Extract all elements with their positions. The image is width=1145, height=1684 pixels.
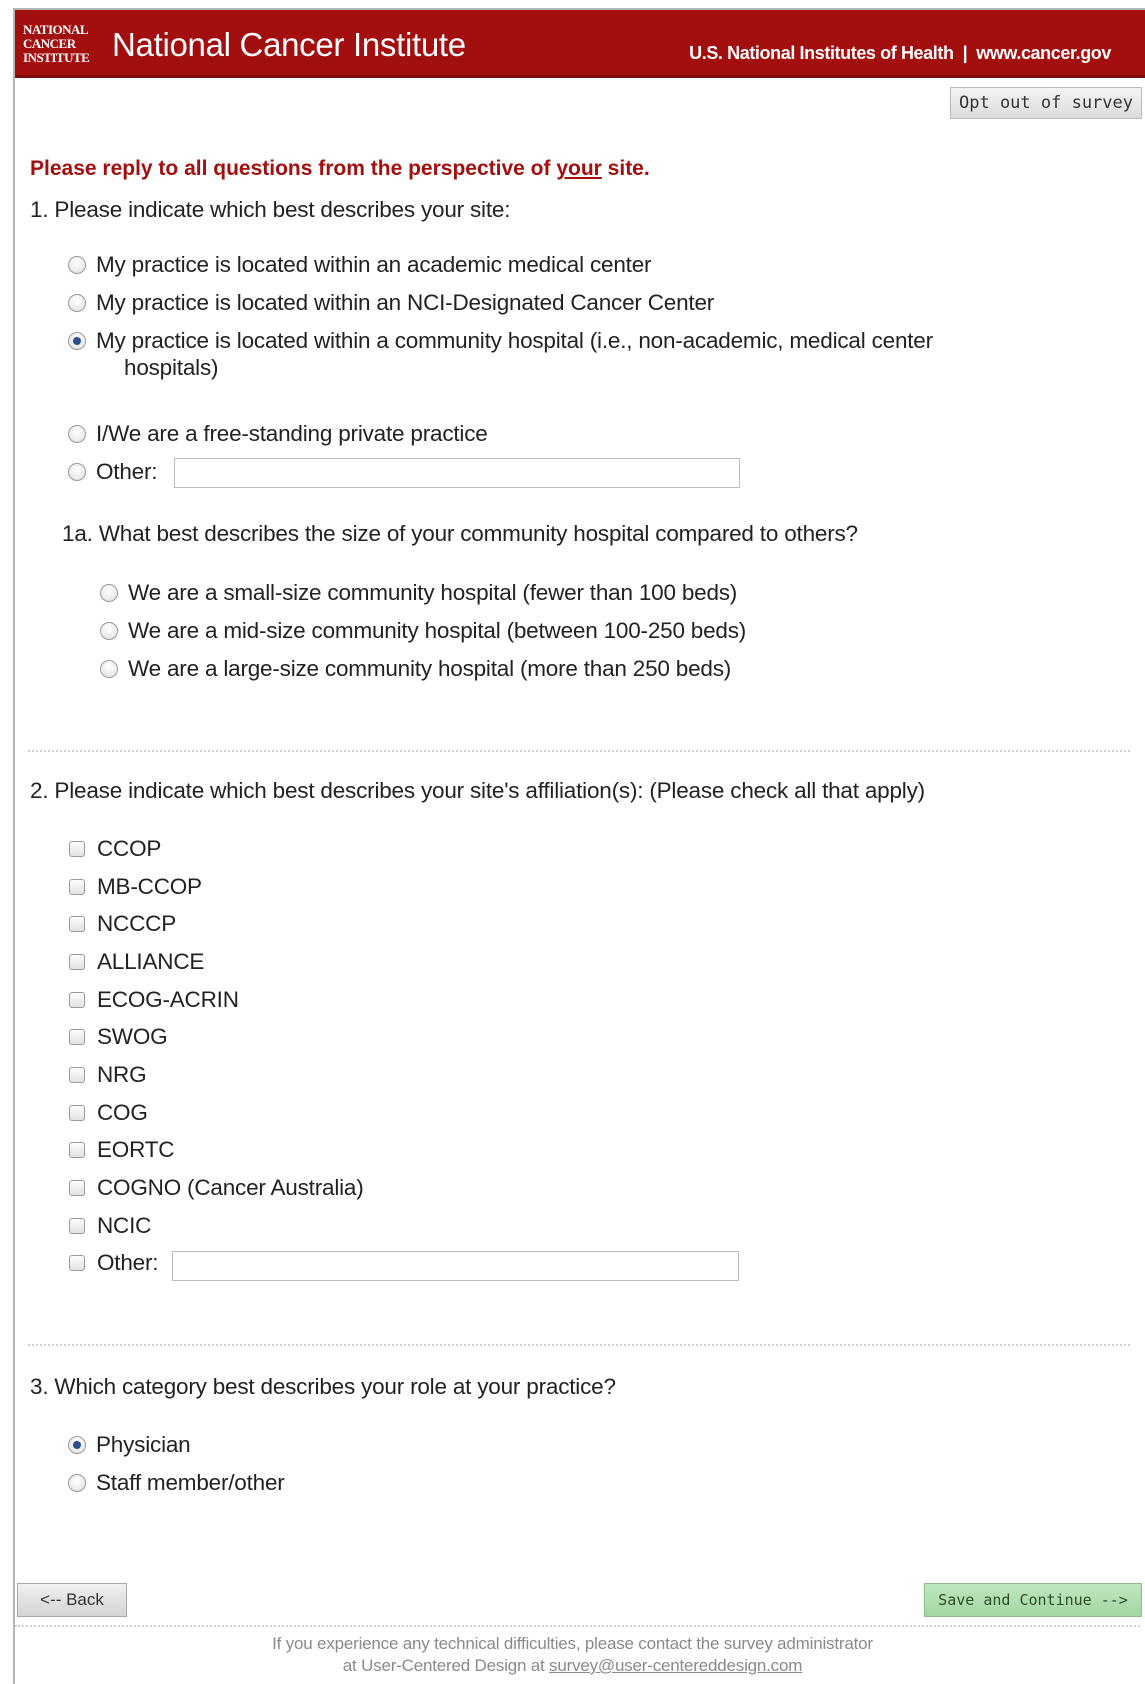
q2-option-cog[interactable]: COG bbox=[69, 1100, 148, 1126]
radio-button[interactable] bbox=[100, 660, 118, 678]
logo-line: CANCER bbox=[23, 36, 76, 51]
option-label: ECOG-ACRIN bbox=[97, 987, 239, 1012]
checkbox[interactable] bbox=[69, 1105, 85, 1121]
option-label: We are a mid-size community hospital (be… bbox=[128, 618, 747, 643]
footer-prefix: at User-Centered Design at bbox=[342, 1656, 550, 1675]
q3-option-staff[interactable]: Staff member/other bbox=[68, 1470, 285, 1496]
radio-button[interactable] bbox=[68, 425, 86, 443]
q2-option-eortc[interactable]: EORTC bbox=[69, 1137, 175, 1163]
q1a-option-mid[interactable]: We are a mid-size community hospital (be… bbox=[100, 618, 746, 644]
question-2-label: 2. Please indicate which best describes … bbox=[30, 778, 925, 803]
option-label: We are a large-size community hospital (… bbox=[128, 656, 732, 681]
radio-button-selected[interactable] bbox=[68, 332, 86, 350]
radio-button[interactable] bbox=[68, 1474, 86, 1492]
intro-emphasis: your bbox=[556, 157, 602, 180]
option-label: MB-CCOP bbox=[97, 874, 202, 899]
option-label: Other: bbox=[96, 459, 158, 484]
question-3-label: 3. Which category best describes your ro… bbox=[30, 1374, 616, 1399]
radio-button[interactable] bbox=[68, 463, 86, 481]
option-label: My practice is located within an NCI-Des… bbox=[96, 290, 715, 315]
checkbox[interactable] bbox=[69, 841, 85, 857]
option-label: Staff member/other bbox=[96, 1470, 285, 1495]
back-button[interactable]: <-- Back bbox=[17, 1583, 127, 1617]
nih-link[interactable]: U.S. National Institutes of Health bbox=[689, 43, 954, 63]
logo-line: INSTITUTE bbox=[23, 50, 90, 65]
site-header: NATIONAL CANCER INSTITUTE National Cance… bbox=[15, 10, 1145, 78]
footer-line-2: at User-Centered Design at survey@user-c… bbox=[0, 1656, 1145, 1676]
q1-option-community-hospital[interactable]: My practice is located within a communit… bbox=[68, 328, 933, 354]
intro-before: Please reply to all questions from the p… bbox=[30, 157, 557, 180]
option-label: COGNO (Cancer Australia) bbox=[97, 1175, 364, 1200]
option-label: NCCCP bbox=[97, 911, 177, 936]
checkbox[interactable] bbox=[69, 916, 85, 932]
option-label: My practice is located within an academi… bbox=[96, 252, 652, 277]
q1a-option-large[interactable]: We are a large-size community hospital (… bbox=[100, 656, 731, 682]
q2-option-ccop[interactable]: CCOP bbox=[69, 836, 161, 862]
nci-logo[interactable]: NATIONAL CANCER INSTITUTE bbox=[23, 23, 95, 69]
q2-option-ncic[interactable]: NCIC bbox=[69, 1213, 151, 1239]
checkbox[interactable] bbox=[69, 954, 85, 970]
q1-other-input[interactable] bbox=[174, 458, 740, 488]
radio-button[interactable] bbox=[100, 622, 118, 640]
section-divider bbox=[28, 1344, 1130, 1346]
q2-option-swog[interactable]: SWOG bbox=[69, 1024, 168, 1050]
option-label: My practice is located within a communit… bbox=[96, 328, 933, 353]
section-divider bbox=[28, 750, 1130, 752]
option-label: NCIC bbox=[97, 1213, 152, 1238]
header-links: U.S. National Institutes of Health | www.c… bbox=[689, 43, 1111, 64]
checkbox[interactable] bbox=[69, 1180, 85, 1196]
header-separator: | bbox=[962, 43, 968, 63]
q2-other-input[interactable] bbox=[172, 1251, 739, 1281]
radio-button-selected[interactable] bbox=[68, 1436, 86, 1454]
option-label: SWOG bbox=[97, 1024, 168, 1049]
q3-option-physician[interactable]: Physician bbox=[68, 1432, 191, 1458]
intro-after: site. bbox=[601, 157, 650, 180]
option-label: Physician bbox=[96, 1432, 191, 1457]
q2-option-cogno[interactable]: COGNO (Cancer Australia) bbox=[69, 1175, 364, 1201]
q2-option-ncccp[interactable]: NCCCP bbox=[69, 911, 176, 937]
radio-button[interactable] bbox=[100, 584, 118, 602]
checkbox[interactable] bbox=[69, 879, 85, 895]
instructions-text: Please reply to all questions from the p… bbox=[30, 157, 650, 181]
cancer-gov-link[interactable]: www.cancer.gov bbox=[976, 43, 1111, 63]
question-1a-label: 1a. What best describes the size of your… bbox=[62, 521, 858, 546]
option-label: COG bbox=[97, 1100, 148, 1125]
q2-option-other[interactable]: Other: bbox=[69, 1250, 159, 1276]
q1-option-nci-designated[interactable]: My practice is located within an NCI-Des… bbox=[68, 290, 714, 316]
checkbox[interactable] bbox=[69, 1067, 85, 1083]
radio-button[interactable] bbox=[68, 294, 86, 312]
save-and-continue-button[interactable]: Save and Continue --> bbox=[924, 1583, 1142, 1617]
option-label: I/We are a free-standing private practic… bbox=[96, 421, 488, 446]
logo-line: NATIONAL bbox=[23, 22, 89, 37]
checkbox[interactable] bbox=[69, 992, 85, 1008]
q1-option-private-practice[interactable]: I/We are a free-standing private practic… bbox=[68, 421, 488, 447]
q1-option-academic[interactable]: My practice is located within an academi… bbox=[68, 252, 652, 278]
checkbox[interactable] bbox=[69, 1255, 85, 1271]
option-label: We are a small-size community hospital (… bbox=[128, 580, 738, 605]
opt-out-button[interactable]: Opt out of survey bbox=[950, 87, 1142, 119]
q1a-option-small[interactable]: We are a small-size community hospital (… bbox=[100, 580, 737, 606]
q2-option-alliance[interactable]: ALLIANCE bbox=[69, 949, 204, 975]
radio-button[interactable] bbox=[68, 256, 86, 274]
q2-option-mb-ccop[interactable]: MB-CCOP bbox=[69, 874, 202, 900]
checkbox[interactable] bbox=[69, 1029, 85, 1045]
option-label-continuation: hospitals) bbox=[124, 355, 219, 380]
q1-option-other[interactable]: Other: bbox=[68, 459, 158, 485]
option-label: CCOP bbox=[97, 836, 162, 861]
site-title[interactable]: National Cancer Institute bbox=[112, 26, 466, 64]
footer-divider bbox=[15, 1625, 1140, 1627]
question-1-label: 1. Please indicate which best describes … bbox=[30, 197, 511, 222]
footer-line-1: If you experience any technical difficul… bbox=[272, 1634, 873, 1653]
checkbox[interactable] bbox=[69, 1142, 85, 1158]
q2-option-nrg[interactable]: NRG bbox=[69, 1062, 147, 1088]
option-label: Other: bbox=[97, 1250, 159, 1275]
support-email-link[interactable]: survey@user-centereddesign.com bbox=[549, 1656, 802, 1675]
q2-option-ecog-acrin[interactable]: ECOG-ACRIN bbox=[69, 987, 239, 1013]
checkbox[interactable] bbox=[69, 1218, 85, 1234]
option-label: NRG bbox=[97, 1062, 147, 1087]
option-label: EORTC bbox=[97, 1137, 175, 1162]
option-label: ALLIANCE bbox=[97, 949, 205, 974]
